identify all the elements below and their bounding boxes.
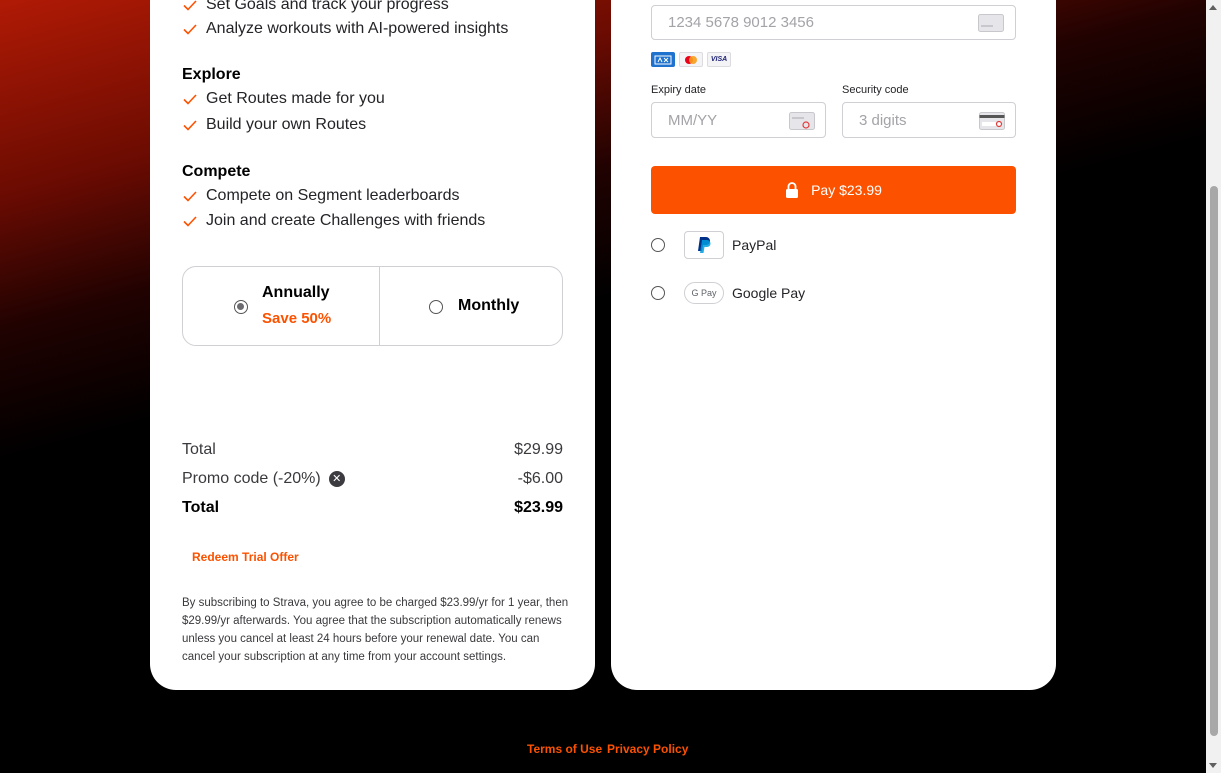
check-icon <box>183 24 197 35</box>
security-label: Security code <box>842 84 909 96</box>
remove-promo-icon[interactable]: ✕ <box>328 470 345 487</box>
security-field[interactable] <box>842 102 1016 138</box>
summary-total-value: $29.99 <box>514 441 563 458</box>
feature-text: Set Goals and track your progress <box>206 0 449 13</box>
feature-text: Get Routes made for you <box>206 90 385 107</box>
mastercard-logo-icon <box>679 52 703 67</box>
paypal-radio[interactable] <box>651 238 665 252</box>
card-icon <box>978 14 1004 32</box>
promo-label-wrap: Promo code (-20%) ✕ <box>182 470 345 488</box>
googlepay-logo-icon: G Pay <box>684 282 724 304</box>
check-icon <box>183 216 197 227</box>
feature-item: Analyze workouts with AI-powered insight… <box>182 20 508 38</box>
feature-text: Compete on Segment leaderboards <box>206 187 460 204</box>
card-expiry-icon <box>789 112 815 130</box>
annual-label: Annually <box>262 284 330 301</box>
pay-button-label: Pay $23.99 <box>811 182 882 198</box>
check-icon <box>183 120 197 131</box>
feature-item: Compete on Segment leaderboards <box>182 187 460 205</box>
privacy-policy-link[interactable]: Privacy Policy <box>607 742 688 756</box>
check-icon <box>183 191 197 202</box>
check-icon <box>183 94 197 105</box>
lock-icon <box>786 182 799 198</box>
summary-final-value: $23.99 <box>514 499 563 516</box>
feature-item: Join and create Challenges with friends <box>182 212 485 230</box>
feature-text: Join and create Challenges with friends <box>206 212 486 229</box>
scroll-up-icon[interactable] <box>1209 5 1217 10</box>
annual-save-badge: Save 50% <box>262 310 332 327</box>
terms-of-use-link[interactable]: Terms of Use <box>527 742 602 756</box>
feature-item: Set Goals and track your progress <box>182 0 449 14</box>
visa-logo-text: VISA <box>710 56 728 63</box>
monthly-radio[interactable] <box>429 300 443 314</box>
check-icon <box>183 0 197 11</box>
paypal-label: PayPal <box>732 237 777 253</box>
scroll-thumb[interactable] <box>1210 186 1218 736</box>
paypal-option[interactable]: PayPal <box>651 231 776 259</box>
feature-item: Build your own Routes <box>182 116 366 134</box>
feature-item: Get Routes made for you <box>182 90 385 108</box>
plan-option-annual[interactable]: Annually Save 50% <box>183 267 380 345</box>
expiry-field[interactable] <box>651 102 826 138</box>
page-scrollbar[interactable] <box>1206 0 1221 773</box>
redeem-trial-link[interactable]: Redeem Trial Offer <box>192 550 299 564</box>
scroll-down-icon[interactable] <box>1209 763 1217 768</box>
pay-button[interactable]: Pay $23.99 <box>651 166 1016 214</box>
monthly-label: Monthly <box>458 297 520 314</box>
legal-text: By subscribing to Strava, you agree to b… <box>182 597 569 663</box>
summary-total-row: Total $29.99 <box>182 441 563 459</box>
googlepay-option[interactable]: G Pay Google Pay <box>651 282 805 304</box>
feature-text: Analyze workouts with AI-powered insight… <box>206 20 509 37</box>
summary-final-label: Total <box>182 499 220 516</box>
summary-total-label: Total <box>182 441 216 458</box>
card-number-field[interactable] <box>651 5 1016 40</box>
promo-value: -$6.00 <box>517 470 563 487</box>
visa-logo-icon: VISA <box>707 52 731 67</box>
card-number-input[interactable] <box>668 14 1015 31</box>
section-title-explore: Explore <box>182 66 241 83</box>
feature-text: Build your own Routes <box>206 116 367 133</box>
paypal-logo-icon <box>684 231 724 259</box>
promo-label: Promo code (-20%) <box>182 470 321 487</box>
card-cvc-icon <box>979 112 1005 130</box>
section-title-compete: Compete <box>182 163 251 180</box>
payment-card: VISA Expiry date Security code Pay $23.9… <box>611 0 1056 690</box>
plan-selector: Annually Save 50% Monthly <box>182 266 563 346</box>
summary-promo-row: Promo code (-20%) ✕ -$6.00 <box>182 470 563 488</box>
googlepay-logo-text: G Pay <box>691 288 717 298</box>
googlepay-radio[interactable] <box>651 286 665 300</box>
annual-radio[interactable] <box>234 300 248 314</box>
expiry-label: Expiry date <box>651 84 707 96</box>
amex-logo-icon <box>651 52 675 67</box>
summary-final-row: Total $23.99 <box>182 499 563 517</box>
plan-summary-card: Set Goals and track your progress Analyz… <box>150 0 595 690</box>
googlepay-label: Google Pay <box>732 285 806 301</box>
plan-option-monthly[interactable]: Monthly <box>380 267 562 345</box>
